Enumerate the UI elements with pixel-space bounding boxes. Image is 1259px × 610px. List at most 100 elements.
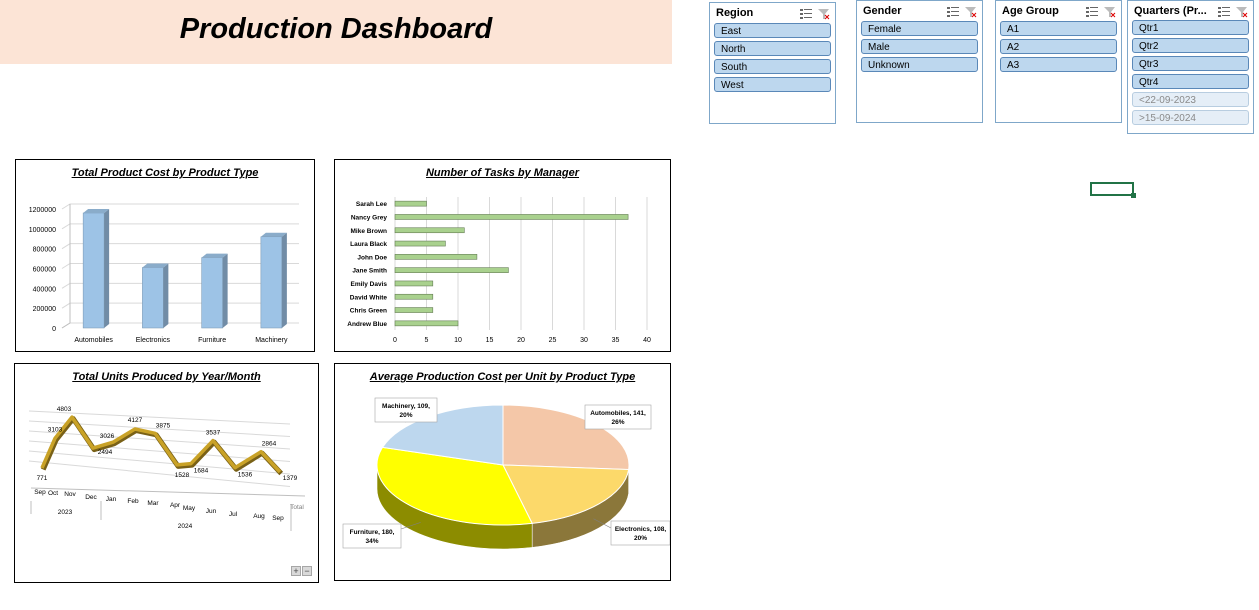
bar bbox=[394, 267, 509, 273]
multi-select-icon[interactable] bbox=[947, 5, 959, 17]
slicer-title: Gender bbox=[863, 5, 902, 17]
expand-button[interactable]: + bbox=[291, 566, 301, 576]
slicer-item[interactable]: Qtr4 bbox=[1132, 74, 1249, 89]
slicer-quarters[interactable]: Quarters (Pr... Qtr1 Qtr2 Qtr3 Qtr4 <22-… bbox=[1127, 0, 1254, 134]
x-tick-label: Nov bbox=[64, 491, 76, 498]
x-tick-label: Oct bbox=[48, 490, 58, 497]
x-tick-label: 5 bbox=[425, 337, 429, 344]
slicer-title: Age Group bbox=[1002, 5, 1059, 17]
x-tick-label: Apr bbox=[170, 502, 181, 509]
data-label: 771 bbox=[37, 475, 48, 482]
slicer-item[interactable]: <22-09-2023 bbox=[1132, 92, 1249, 107]
data-label: 26% bbox=[611, 419, 624, 426]
slicer-item[interactable]: Qtr2 bbox=[1132, 38, 1249, 53]
bar bbox=[394, 254, 478, 260]
active-cell-cursor[interactable] bbox=[1090, 182, 1136, 198]
bar bbox=[394, 214, 629, 220]
slicer-item[interactable]: Qtr3 bbox=[1132, 56, 1249, 71]
data-label: 4803 bbox=[57, 406, 72, 413]
clear-filter-icon[interactable] bbox=[1104, 5, 1116, 18]
x-tick-label: 10 bbox=[454, 337, 462, 344]
slicer-item[interactable]: Male bbox=[861, 39, 978, 54]
x-tick-label: Automobiles bbox=[74, 337, 113, 344]
title-banner: Production Dashboard bbox=[0, 0, 672, 64]
x-tick-label: May bbox=[183, 505, 196, 512]
data-label: Electronics, 108, bbox=[615, 526, 666, 533]
data-label: 3537 bbox=[206, 430, 221, 437]
slicer-item[interactable]: North bbox=[714, 41, 831, 56]
bar bbox=[394, 200, 427, 207]
clear-filter-icon[interactable] bbox=[1236, 5, 1248, 18]
y-tick-label: Chris Green bbox=[350, 308, 387, 315]
data-label: 4127 bbox=[128, 417, 143, 424]
tasks-by-manager-chart[interactable]: Number of Tasks by Manager 0 5 10 15 20 25 30 3… bbox=[334, 159, 671, 352]
x-tick-label: Dec bbox=[85, 494, 97, 501]
data-label: Machinery, 109, bbox=[382, 403, 430, 410]
x-tick-label: Mar bbox=[147, 500, 159, 507]
y-tick-label: John Doe bbox=[357, 254, 387, 261]
y-tick-label: 0 bbox=[52, 326, 56, 333]
data-label: 3875 bbox=[156, 422, 171, 429]
slicer-item[interactable]: Qtr1 bbox=[1132, 20, 1249, 35]
y-tick-label: Sarah Lee bbox=[356, 201, 387, 208]
slicer-item[interactable]: A3 bbox=[1000, 57, 1117, 72]
x-tick-label: Jun bbox=[206, 508, 217, 515]
data-label: 20% bbox=[399, 412, 412, 419]
dashboard-title: Production Dashboard bbox=[179, 13, 493, 45]
y-tick-label: Mike Brown bbox=[351, 228, 388, 235]
slicer-item[interactable]: Unknown bbox=[861, 57, 978, 72]
avg-cost-pie-chart[interactable]: Average Production Cost per Unit by Prod… bbox=[334, 363, 671, 581]
slicer-age-group[interactable]: Age Group A1 A2 A3 bbox=[995, 0, 1122, 123]
bar bbox=[394, 227, 465, 234]
multi-select-icon[interactable] bbox=[800, 7, 812, 19]
y-tick-label: Jane Smith bbox=[352, 268, 387, 275]
data-label: Automobiles, 141, bbox=[590, 410, 646, 417]
bar bbox=[82, 212, 105, 329]
data-label: Furniture, 180, bbox=[350, 529, 395, 536]
slicer-title: Region bbox=[716, 7, 754, 19]
bar bbox=[394, 293, 434, 300]
slicer-item[interactable]: A2 bbox=[1000, 39, 1117, 54]
x-tick-label: 0 bbox=[393, 337, 397, 344]
x-tick-label: Sep bbox=[34, 489, 46, 496]
y-tick-label: Laura Black bbox=[350, 241, 387, 248]
multi-select-icon[interactable] bbox=[1218, 5, 1230, 17]
bar-side bbox=[281, 232, 287, 328]
x-tick-label: Feb bbox=[127, 498, 139, 505]
slicer-gender[interactable]: Gender Female Male Unknown bbox=[856, 0, 983, 123]
bar bbox=[394, 240, 446, 247]
bar bbox=[394, 320, 459, 327]
slicer-item[interactable]: Female bbox=[861, 21, 978, 36]
x-tick-label: 25 bbox=[549, 337, 557, 344]
bar bbox=[142, 267, 164, 329]
slicer-item[interactable]: A1 bbox=[1000, 21, 1117, 36]
bar bbox=[394, 307, 434, 313]
y-tick-label: 1000000 bbox=[29, 227, 56, 234]
data-label: 34% bbox=[365, 538, 378, 545]
y-tick-label: David White bbox=[350, 294, 388, 301]
clear-filter-icon[interactable] bbox=[818, 7, 830, 20]
collapse-button[interactable]: − bbox=[302, 566, 312, 576]
slicer-item[interactable]: West bbox=[714, 77, 831, 92]
x-tick-label: Jan bbox=[106, 496, 117, 503]
x-tick-label: Machinery bbox=[255, 337, 288, 344]
multi-select-icon[interactable] bbox=[1086, 5, 1098, 17]
y-tick-label: 200000 bbox=[33, 306, 56, 313]
bar bbox=[394, 280, 434, 287]
data-label: 3103 bbox=[48, 426, 63, 433]
y-tick-label: Nancy Grey bbox=[351, 214, 388, 221]
y-tick-label: 400000 bbox=[33, 286, 56, 293]
slicer-item[interactable]: >15-09-2024 bbox=[1132, 110, 1249, 125]
slicer-item[interactable]: East bbox=[714, 23, 831, 38]
product-cost-chart[interactable]: Total Product Cost by Product Type 0 2000… bbox=[15, 159, 315, 352]
data-label: 1528 bbox=[175, 472, 190, 479]
slicer-region[interactable]: Region East North South West bbox=[709, 2, 836, 124]
slicer-item[interactable]: South bbox=[714, 59, 831, 74]
x-group-label: 2023 bbox=[58, 509, 73, 516]
x-tick-label: 15 bbox=[486, 337, 494, 344]
bar-side bbox=[163, 263, 169, 328]
data-label: 2864 bbox=[262, 441, 277, 448]
units-produced-chart[interactable]: Total Units Produced by Year/Month 771 31… bbox=[14, 363, 319, 583]
y-tick-label: 1200000 bbox=[29, 207, 56, 214]
clear-filter-icon[interactable] bbox=[965, 5, 977, 18]
